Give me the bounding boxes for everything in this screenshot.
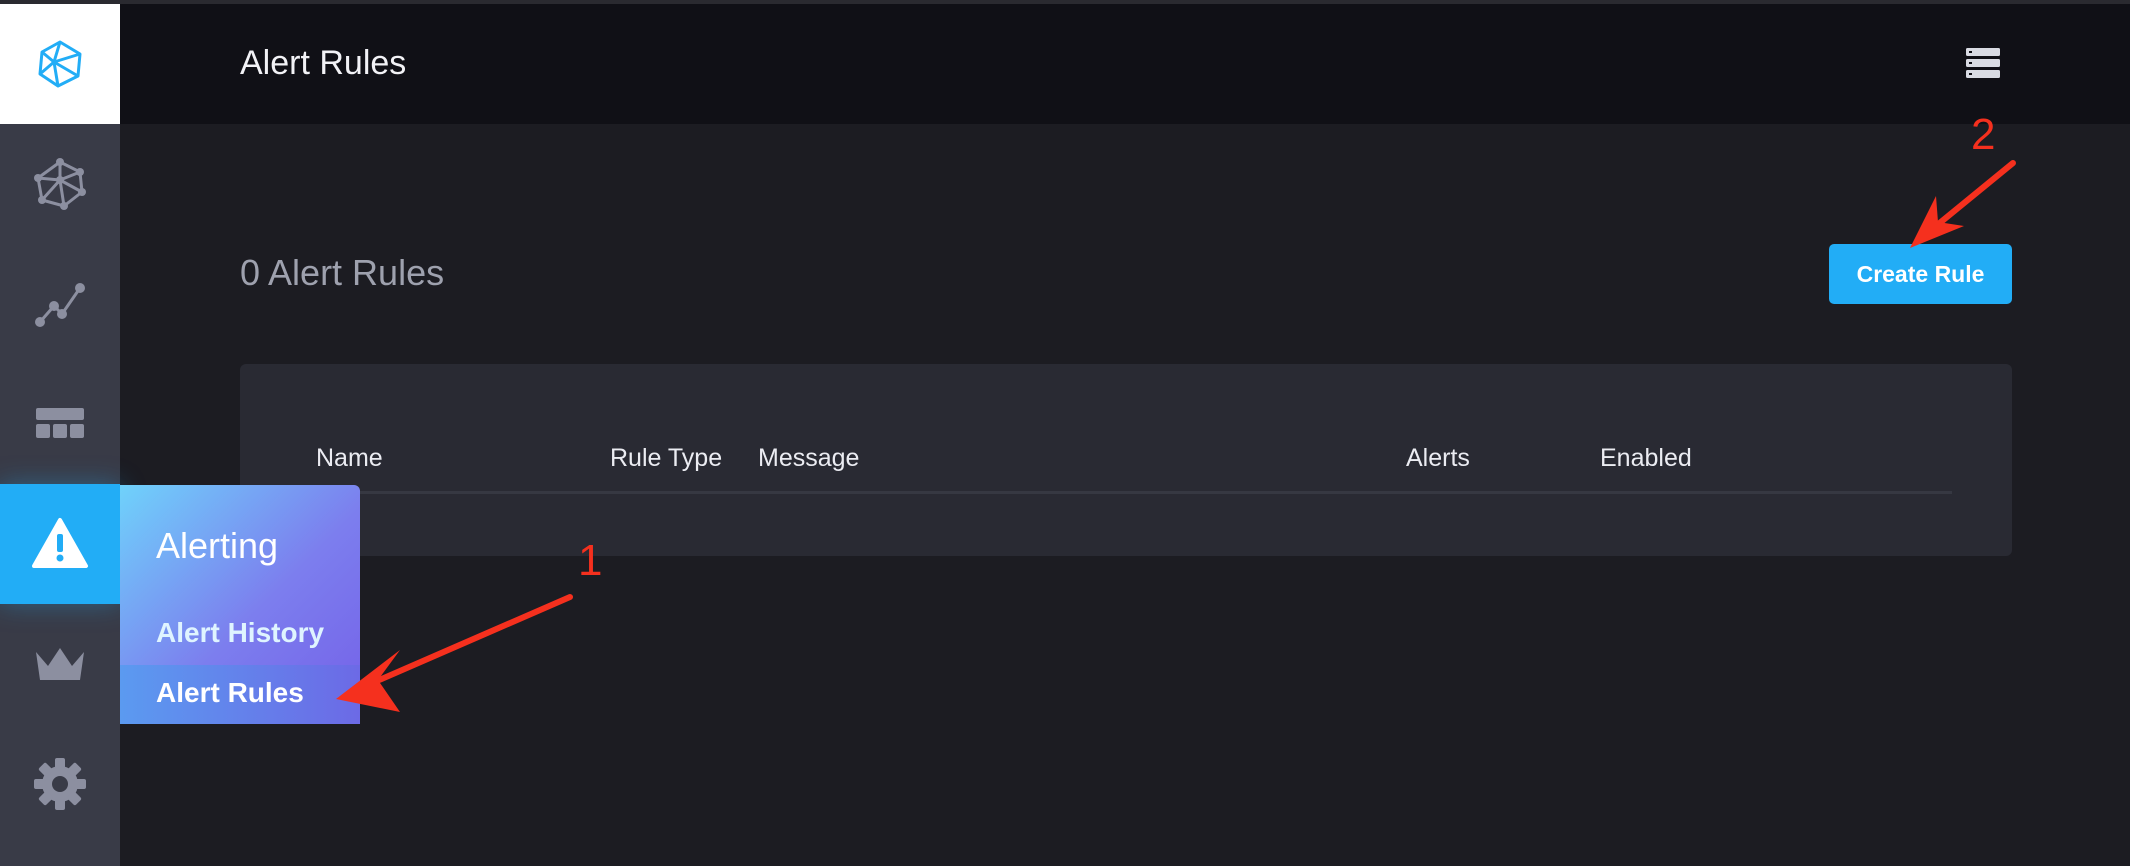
warning-icon: [32, 518, 88, 568]
sidebar-item-network[interactable]: [0, 124, 120, 244]
table-header-divider: [316, 491, 1952, 494]
alerting-flyout-menu: Alerting Alert History Alert Rules: [120, 485, 360, 724]
column-header-message[interactable]: Message: [758, 444, 859, 473]
sidebar-item-alerting[interactable]: [0, 484, 120, 604]
sidebar-item-settings[interactable]: [0, 724, 120, 844]
flyout-heading-alerting[interactable]: Alerting: [156, 525, 278, 567]
rules-table: Name Rule Type Message Alerts Enabled: [240, 364, 2012, 556]
sidebar: [0, 4, 120, 866]
gear-icon: [34, 758, 86, 810]
sidebar-item-dashboards[interactable]: [0, 364, 120, 484]
dashboard-grid-icon: [36, 408, 84, 438]
crown-icon: [36, 648, 84, 680]
graph-icon: [35, 283, 85, 327]
annotation-arrow-2: [1910, 160, 2016, 248]
page-header: Alert Rules: [120, 4, 2130, 124]
flyout-link-alert-history[interactable]: Alert History: [156, 617, 324, 649]
annotation-label-1: 1: [578, 536, 603, 585]
rules-count-title: 0 Alert Rules: [240, 252, 445, 293]
flyout-link-alert-rules[interactable]: Alert Rules: [156, 677, 304, 709]
sidebar-item-graph[interactable]: [0, 244, 120, 364]
annotation-arrow-1: [336, 594, 573, 712]
annotation-label-2: 2: [1971, 110, 1996, 159]
column-header-rule-type[interactable]: Rule Type: [610, 444, 722, 473]
server-list-icon[interactable]: [1966, 48, 2000, 78]
network-icon: [34, 158, 86, 210]
column-header-enabled[interactable]: Enabled: [1600, 444, 1692, 473]
column-header-name[interactable]: Name: [316, 444, 383, 473]
column-header-alerts[interactable]: Alerts: [1406, 444, 1470, 473]
page-title: Alert Rules: [240, 44, 407, 82]
sidebar-item-admin[interactable]: [0, 604, 120, 724]
create-rule-button[interactable]: Create Rule: [1829, 244, 2012, 304]
logo[interactable]: [0, 4, 120, 124]
logo-polyhedron-icon: [38, 40, 82, 88]
